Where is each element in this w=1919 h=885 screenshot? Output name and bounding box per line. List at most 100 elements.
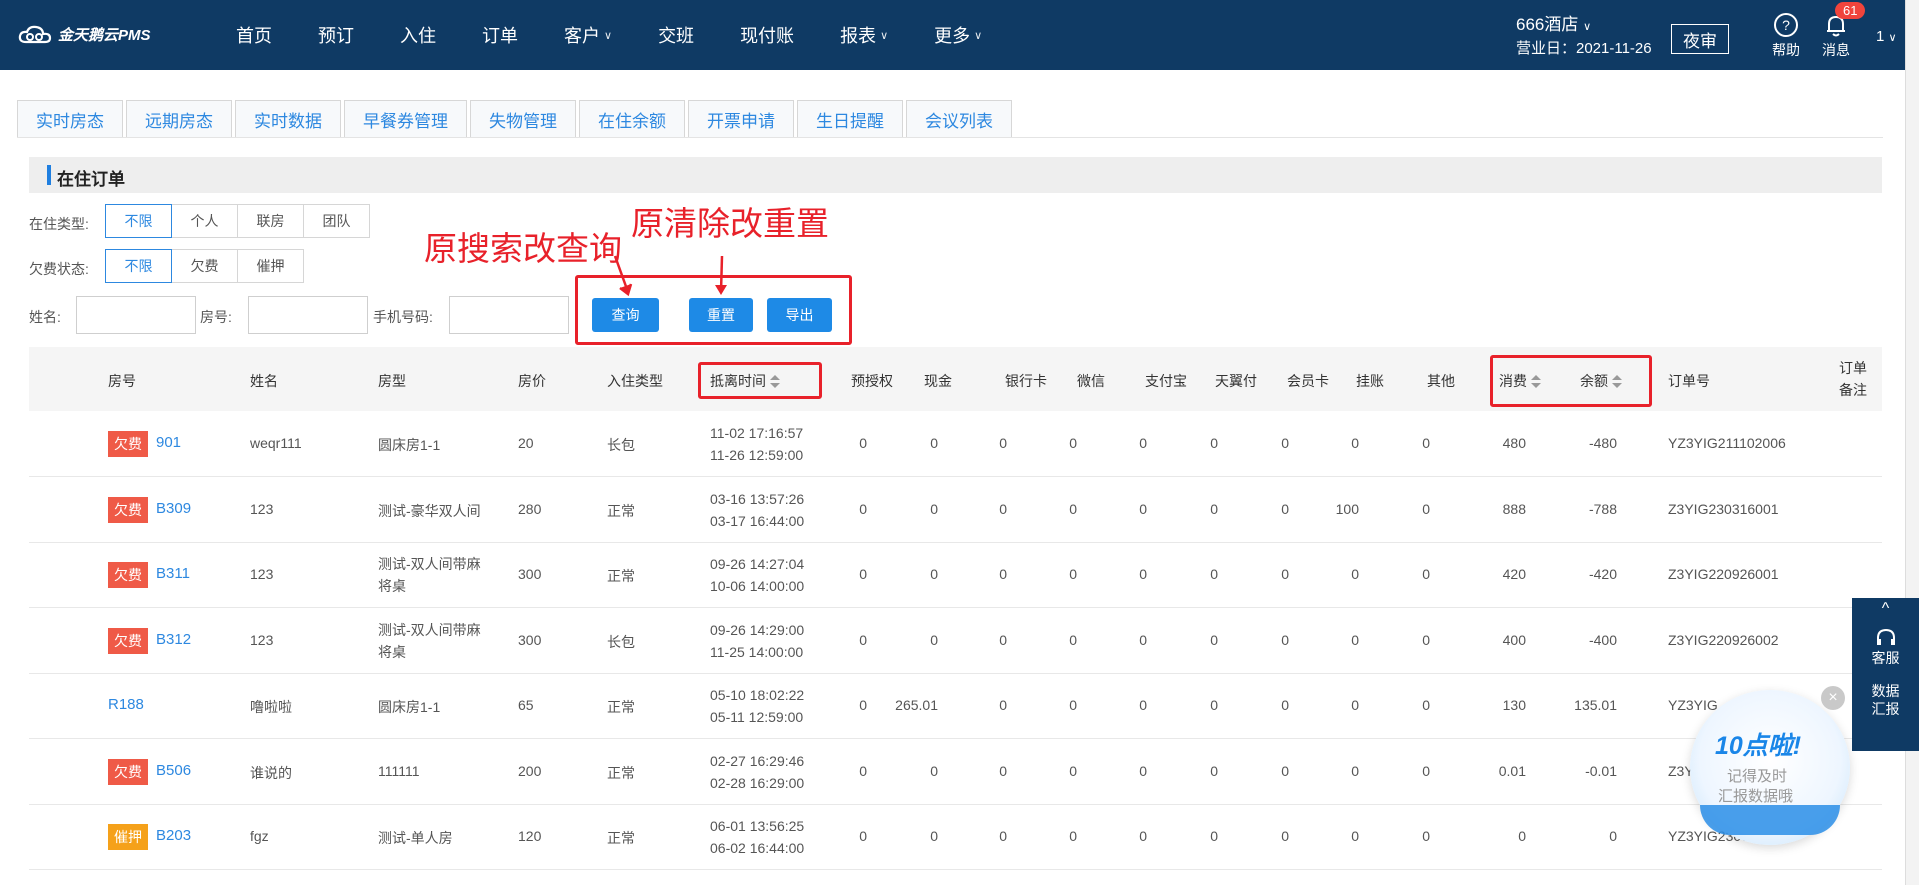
phone-input[interactable] <box>449 296 569 334</box>
room-link[interactable]: 901 <box>156 434 181 451</box>
order-number[interactable]: YZ3YIG211102006 <box>1668 435 1786 451</box>
arrears-options-option[interactable]: 催押 <box>237 249 304 283</box>
alipay-value: 0 <box>1139 435 1147 451</box>
tab-2[interactable]: 实时数据 <box>235 100 341 138</box>
room-type: 测试-双人间带麻 将桌 <box>378 619 481 663</box>
checkin-type: 正常 <box>607 568 635 584</box>
stay-type_options-option[interactable]: 团队 <box>303 204 370 238</box>
annotation-clear-note: 原清除改重置 <box>631 205 829 242</box>
night-audit-button[interactable]: 夜审 <box>1671 24 1729 54</box>
room-link[interactable]: B309 <box>156 500 191 517</box>
page-scrollbar[interactable] <box>1905 0 1919 885</box>
tab-7[interactable]: 生日提醒 <box>797 100 903 138</box>
service-button[interactable]: 客服 <box>1852 628 1919 668</box>
on-account-value: 0 <box>1351 828 1359 844</box>
balance-value: -480 <box>1588 435 1617 451</box>
help-icon: ? <box>1774 13 1798 37</box>
on-account-value: 0 <box>1351 435 1359 451</box>
help-button[interactable]: ? 帮助 <box>1772 12 1800 60</box>
tab-3[interactable]: 早餐券管理 <box>344 100 467 138</box>
room-link[interactable]: B203 <box>156 827 191 844</box>
collapse-up-icon[interactable]: ^ <box>1852 598 1919 618</box>
cash-value: 265.01 <box>895 697 938 713</box>
stay-type_options-option[interactable]: 不限 <box>105 204 172 238</box>
name-input[interactable] <box>76 296 196 334</box>
order-number[interactable]: YZ3YIG <box>1668 697 1718 713</box>
tab-4[interactable]: 失物管理 <box>470 100 576 138</box>
room-link[interactable]: R188 <box>108 696 144 713</box>
nav-item-3[interactable]: 订单 <box>482 22 518 48</box>
table-row[interactable]: 催押 B203 fgz 测试-单人房 120 正常 06-01 13:56:25 06-02 … <box>29 804 1882 870</box>
nav-item-4[interactable]: 客户 ∨ <box>564 22 612 48</box>
col-name: 姓名 <box>250 373 278 389</box>
other-value: 0 <box>1422 435 1430 451</box>
cash-value: 0 <box>930 762 938 779</box>
room-type-line2: 将桌 <box>378 643 406 660</box>
tab-0[interactable]: 实时房态 <box>17 100 123 138</box>
tianyi-value: 0 <box>1210 500 1218 517</box>
user-menu[interactable]: 1 ∨ <box>1876 28 1897 45</box>
hotel-info[interactable]: 666酒店 ∨ 营业日：2021-11-26 <box>1516 14 1652 60</box>
table-row[interactable]: 欠费 901 weqr111 圆床房1-1 20 长包 11-02 17:16:57 11-2… <box>29 411 1882 477</box>
room-link[interactable]: B506 <box>156 762 191 779</box>
bank-card-value: 0 <box>999 631 1007 648</box>
arrears-options-option[interactable]: 不限 <box>105 249 172 283</box>
nav-item-8[interactable]: 更多 ∨ <box>934 22 982 48</box>
wechat-value: 0 <box>1069 566 1077 582</box>
nav-item-5[interactable]: 交班 <box>658 22 694 48</box>
stay-type_options-option[interactable]: 个人 <box>171 204 238 238</box>
app-logo[interactable]: 金天鹅云PMS <box>18 24 151 45</box>
order-number[interactable]: Z3YIG220926002 <box>1668 632 1779 648</box>
bank-card-value: 0 <box>999 828 1007 844</box>
consume-value: 888 <box>1502 500 1526 517</box>
alipay-value: 0 <box>1139 566 1147 582</box>
messages-button[interactable]: 消息 <box>1822 12 1850 60</box>
table-row[interactable]: R188 噜啦啦 圆床房1-1 65 正常 05-10 18:02:22 05-11 12:… <box>29 673 1882 739</box>
nav-item-2[interactable]: 入住 <box>400 22 436 48</box>
report-label-1: 数据 <box>1871 683 1900 699</box>
member-card-value: 0 <box>1281 828 1289 844</box>
consume-value: 400 <box>1502 631 1526 648</box>
nav-item-0[interactable]: 首页 <box>236 22 272 48</box>
table-row[interactable]: 欠费 B312 123 测试-双人间带麻 将桌 300 长包 09-26 14:29:00 11… <box>29 608 1882 674</box>
guest-name: 123 <box>250 500 274 517</box>
table-row[interactable]: 欠费 B309 123 测试-豪华双人间 280 正常 03-16 13:57:26 03-1… <box>29 477 1882 543</box>
member-card-value: 0 <box>1281 631 1289 648</box>
room-type: 测试-双人间带麻 将桌 <box>378 553 481 597</box>
table-row[interactable]: 欠费 B506 谁说的 111111 200 正常 02-27 16:29:46 02-28 … <box>29 739 1882 805</box>
stay-type_options-option[interactable]: 联房 <box>237 204 304 238</box>
nav-item-label: 客户 <box>564 26 600 46</box>
table-row[interactable]: 欠费 B311 123 测试-双人间带麻 将桌 300 正常 09-26 14:27:04 10… <box>29 542 1882 608</box>
nav-item-7[interactable]: 报表 ∨ <box>840 22 888 48</box>
room-link[interactable]: B311 <box>156 565 190 582</box>
nav-item-1[interactable]: 预订 <box>318 22 354 48</box>
consume-value: 130 <box>1502 697 1526 713</box>
messages-label: 消息 <box>1822 42 1850 58</box>
on-account-value: 0 <box>1351 566 1359 582</box>
checkin-type: 正常 <box>607 699 635 715</box>
on-account-value: 0 <box>1351 762 1359 779</box>
preauth-value: 0 <box>859 631 867 648</box>
headset-icon <box>1876 628 1895 645</box>
tab-6[interactable]: 开票申请 <box>688 100 794 138</box>
cloud-icon <box>18 25 52 43</box>
col-checkin-type: 入住类型 <box>607 373 663 389</box>
tab-5[interactable]: 在住余额 <box>579 100 685 138</box>
tab-1[interactable]: 远期房态 <box>126 100 232 138</box>
nav-item-6[interactable]: 现付账 <box>740 22 794 48</box>
room-input[interactable] <box>248 296 368 334</box>
close-icon[interactable]: × <box>1821 686 1845 710</box>
report-button[interactable]: 数据 汇报 <box>1852 682 1919 718</box>
on-account-value: 0 <box>1351 697 1359 713</box>
col-wechat: 微信 <box>1077 373 1105 389</box>
room-link[interactable]: B312 <box>156 631 191 648</box>
main-nav: 首页 预订 入住 订单 客户 ∨ 交班 现付账 报表 ∨ 更多 ∨ <box>236 0 1028 70</box>
arrears-options-option[interactable]: 欠费 <box>171 249 238 283</box>
report-reminder-popup[interactable]: 10点啦! 记得及时 汇报数据哦 <box>1690 690 1850 845</box>
checkin-type: 正常 <box>607 764 635 781</box>
phone-label: 手机号码: <box>373 309 433 325</box>
consume-value: 420 <box>1502 566 1526 582</box>
order-number[interactable]: Z3YIG230316001 <box>1668 501 1779 517</box>
tab-8[interactable]: 会议列表 <box>906 100 1012 138</box>
order-number[interactable]: Z3YIG220926001 <box>1668 566 1779 582</box>
